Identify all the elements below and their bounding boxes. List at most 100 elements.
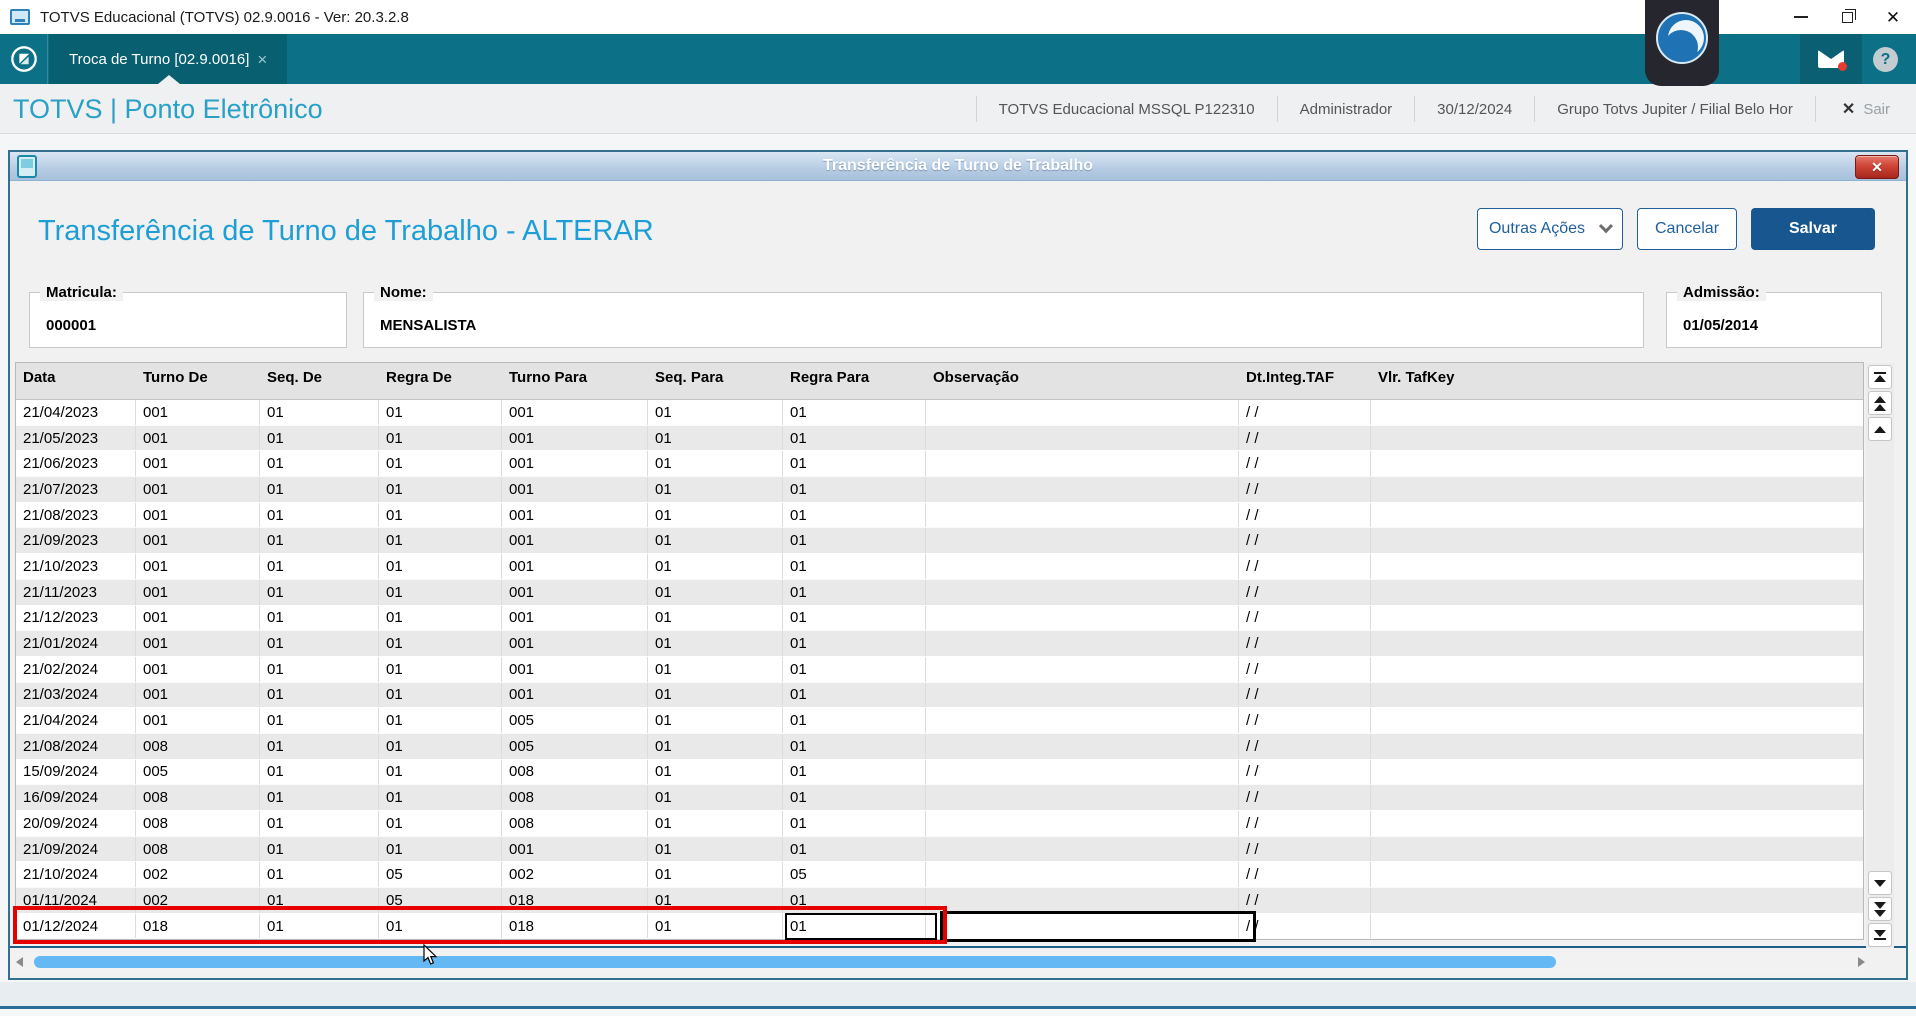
table-cell[interactable]: 01	[379, 811, 502, 836]
table-cell[interactable]: 01	[648, 888, 783, 913]
table-cell[interactable]: 01	[379, 785, 502, 810]
table-cell[interactable]	[926, 836, 1239, 862]
table-cell[interactable]: 001	[502, 554, 648, 579]
table-cell[interactable]: 01	[260, 862, 379, 888]
focused-regra-para-cell[interactable]	[785, 913, 937, 940]
table-cell[interactable]: 01	[783, 400, 926, 425]
table-cell[interactable]: / /	[1239, 425, 1371, 451]
table-cell[interactable]: 001	[136, 708, 260, 733]
table-cell[interactable]: 01	[783, 785, 926, 810]
table-cell[interactable]: 001	[502, 425, 648, 451]
table-cell[interactable]: / /	[1239, 451, 1371, 477]
table-cell[interactable]: 21/12/2023	[16, 605, 136, 631]
page-down-button[interactable]	[1868, 897, 1892, 921]
table-cell[interactable]	[926, 733, 1239, 759]
table-cell[interactable]: 001	[136, 656, 260, 682]
scroll-down-button[interactable]	[1868, 871, 1892, 895]
table-cell[interactable]	[1371, 400, 1863, 425]
table-cell[interactable]: 01	[379, 554, 502, 579]
table-cell[interactable]	[926, 477, 1239, 502]
table-cell[interactable]: 008	[502, 811, 648, 836]
table-cell[interactable]: 01	[648, 708, 783, 733]
table-cell[interactable]: 01	[648, 579, 783, 605]
table-cell[interactable]: 001	[136, 451, 260, 477]
table-cell[interactable]: 01	[260, 631, 379, 656]
table-cell[interactable]: 01	[379, 605, 502, 631]
table-cell[interactable]: / /	[1239, 759, 1371, 785]
table-cell[interactable]	[926, 400, 1239, 425]
table-cell[interactable]	[1371, 734, 1863, 759]
scroll-left-icon[interactable]	[16, 957, 23, 967]
table-cell[interactable]	[926, 682, 1239, 708]
table-cell[interactable]: 01	[379, 913, 502, 939]
table-cell[interactable]: 21/03/2024	[16, 682, 136, 708]
table-cell[interactable]: 01	[648, 836, 783, 862]
table-cell[interactable]	[1371, 760, 1863, 785]
totvs-menu-button[interactable]	[0, 34, 48, 84]
table-cell[interactable]: / /	[1239, 477, 1371, 502]
table-cell[interactable]	[926, 656, 1239, 682]
table-cell[interactable]	[1371, 811, 1863, 836]
table-cell[interactable]	[926, 811, 1239, 836]
table-cell[interactable]: / /	[1239, 708, 1371, 733]
table-row[interactable]: 21/12/2023 001 01 01 001 01 01/ /	[16, 605, 1863, 632]
table-cell[interactable]: 05	[783, 862, 926, 888]
table-cell[interactable]: 01	[260, 682, 379, 708]
table-cell[interactable]	[926, 631, 1239, 656]
table-cell[interactable]: 01/12/2024	[16, 913, 136, 939]
other-actions-button[interactable]: Outras Ações	[1477, 208, 1623, 250]
table-cell[interactable]: 001	[502, 682, 648, 708]
table-row[interactable]: 21/09/2024 008 01 01 001 01 01/ /	[16, 836, 1863, 863]
minimize-button[interactable]	[1778, 0, 1824, 34]
table-cell[interactable]: 001	[136, 554, 260, 579]
table-cell[interactable]: 01	[379, 836, 502, 862]
column-header[interactable]: Regra De	[379, 363, 502, 399]
table-cell[interactable]	[1371, 631, 1863, 656]
table-cell[interactable]: 01	[783, 708, 926, 733]
table-cell[interactable]: 01	[783, 451, 926, 477]
vertical-scrollbar[interactable]	[1866, 363, 1894, 948]
table-cell[interactable]	[926, 605, 1239, 631]
table-cell[interactable]	[1371, 451, 1863, 476]
table-cell[interactable]: / /	[1239, 656, 1371, 682]
table-cell[interactable]: 21/07/2023	[16, 477, 136, 502]
cancel-button[interactable]: Cancelar	[1637, 208, 1737, 250]
table-cell[interactable]: 01	[260, 400, 379, 425]
table-row[interactable]: 15/09/2024 005 01 01 008 01 01/ /	[16, 759, 1863, 786]
table-cell[interactable]: 01	[260, 528, 379, 554]
table-cell[interactable]: 01	[379, 733, 502, 759]
table-cell[interactable]: 01	[379, 579, 502, 605]
table-cell[interactable]	[926, 425, 1239, 451]
table-cell[interactable]: 01	[648, 502, 783, 528]
column-header[interactable]: Seq. Para	[648, 363, 783, 399]
table-cell[interactable]: 01	[379, 477, 502, 502]
table-cell[interactable]: 01	[260, 425, 379, 451]
table-cell[interactable]: 01	[783, 836, 926, 862]
scroll-to-bottom-button[interactable]	[1868, 923, 1892, 947]
table-cell[interactable]: 01	[648, 913, 783, 939]
table-cell[interactable]: 001	[502, 605, 648, 631]
table-cell[interactable]: 01	[648, 682, 783, 708]
table-row[interactable]: 21/10/2023 001 01 01 001 01 01/ /	[16, 554, 1863, 580]
table-cell[interactable]: 001	[136, 605, 260, 631]
table-cell[interactable]: 01	[648, 759, 783, 785]
table-cell[interactable]: 01	[260, 836, 379, 862]
table-cell[interactable]	[926, 554, 1239, 579]
table-cell[interactable]	[926, 708, 1239, 733]
table-cell[interactable]: 001	[502, 579, 648, 605]
table-cell[interactable]	[1371, 554, 1863, 579]
table-cell[interactable]	[1371, 683, 1863, 708]
column-header[interactable]: Seq. De	[260, 363, 379, 399]
table-cell[interactable]: 01	[379, 656, 502, 682]
table-cell[interactable]: / /	[1239, 400, 1371, 425]
table-cell[interactable]: 01	[260, 451, 379, 477]
table-cell[interactable]: 001	[502, 400, 648, 425]
table-cell[interactable]: 01	[783, 579, 926, 605]
table-row[interactable]: 21/10/2024 002 01 05 002 01 05/ /	[16, 862, 1863, 889]
table-cell[interactable]: 01	[648, 733, 783, 759]
table-cell[interactable]: 005	[136, 759, 260, 785]
table-row[interactable]: 21/08/2024 008 01 01 005 01 01/ /	[16, 733, 1863, 760]
table-cell[interactable]	[926, 528, 1239, 554]
table-cell[interactable]: / /	[1239, 631, 1371, 656]
table-cell[interactable]: 001	[136, 579, 260, 605]
